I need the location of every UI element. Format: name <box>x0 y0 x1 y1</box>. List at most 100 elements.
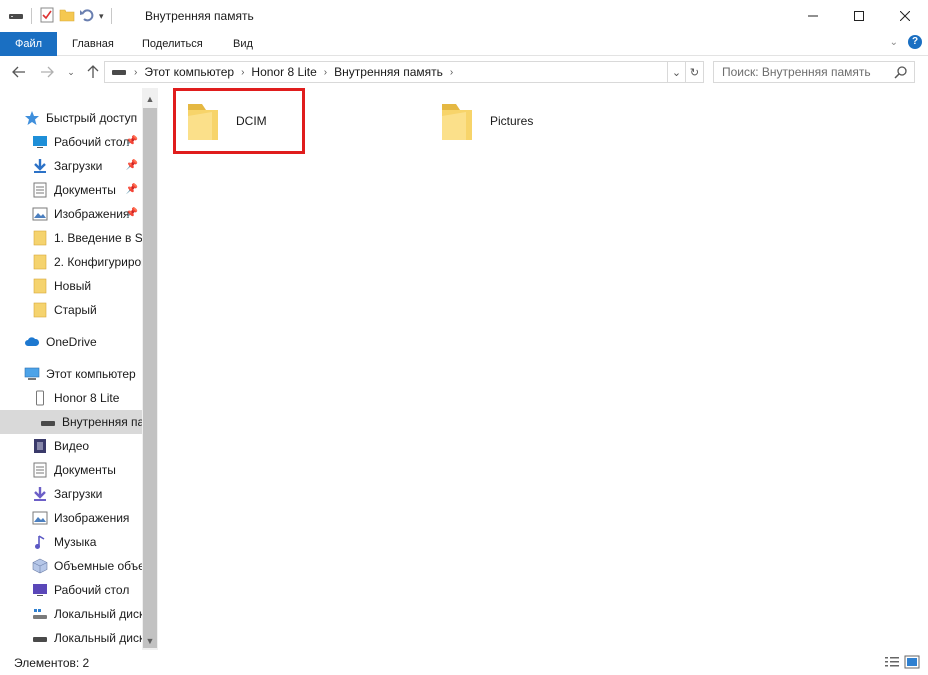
phone-icon <box>32 390 48 406</box>
highlight-box <box>173 88 305 154</box>
nav-item-folder[interactable]: Старый <box>0 298 142 322</box>
up-arrow-icon <box>87 65 99 78</box>
scroll-up-button[interactable]: ▲ <box>142 91 158 107</box>
nav-item-downloads[interactable]: Загрузки <box>0 482 142 506</box>
forward-button[interactable] <box>38 63 56 81</box>
nav-item-local-disk[interactable]: Локальный диск (C:) <box>0 602 142 626</box>
pin-icon[interactable]: 📌 <box>126 184 138 195</box>
address-bar[interactable]: › Этот компьютер › Honor 8 Lite › Внутре… <box>104 61 704 83</box>
pin-icon[interactable]: 📌 <box>126 208 138 219</box>
nav-item-label: Изображения <box>54 207 130 221</box>
help-icon[interactable]: ? <box>908 35 922 49</box>
nav-this-pc[interactable]: Этот компьютер <box>0 362 142 386</box>
scroll-down-button[interactable]: ▼ <box>142 633 158 649</box>
nav-item-desktop[interactable]: Рабочий стол <box>0 578 142 602</box>
nav-storage[interactable]: Внутренняя память <box>0 410 142 434</box>
nav-item-3d-objects[interactable]: Объемные объекты <box>0 554 142 578</box>
breadcrumb-storage[interactable]: Внутренняя память <box>334 65 443 79</box>
nav-item-folder[interactable]: Новый <box>0 274 142 298</box>
folder-name: Pictures <box>490 114 534 128</box>
drive-icon <box>8 9 24 24</box>
nav-item-label: Рабочий стол <box>54 583 130 597</box>
pin-icon[interactable]: 📌 <box>126 160 138 171</box>
forward-arrow-icon <box>41 66 54 78</box>
search-icon[interactable] <box>894 65 908 82</box>
cloud-icon <box>24 334 40 350</box>
nav-item-label: Изображения <box>54 511 130 525</box>
refresh-button[interactable]: ↻ <box>685 62 703 82</box>
new-folder-icon[interactable] <box>59 7 75 26</box>
navigation-pane[interactable]: Быстрый доступ Рабочий стол 📌 Загрузки 📌… <box>0 88 158 650</box>
nav-scrollbar-thumb[interactable] <box>143 108 157 648</box>
search-input[interactable]: Поиск: Внутренняя память <box>722 65 871 79</box>
desktop-icon <box>32 582 48 598</box>
nav-item-label: Внутренняя память <box>62 415 142 429</box>
back-arrow-icon <box>12 66 25 78</box>
drive-icon <box>111 65 127 80</box>
nav-item-documents[interactable]: Документы <box>0 458 142 482</box>
nav-item-pictures[interactable]: Изображения 📌 <box>0 202 142 226</box>
folder-icon <box>32 278 48 294</box>
nav-item-desktop[interactable]: Рабочий стол 📌 <box>0 130 142 154</box>
nav-device[interactable]: Honor 8 Lite <box>0 386 142 410</box>
breadcrumb-separator[interactable]: › <box>134 67 137 78</box>
view-buttons <box>884 655 920 672</box>
3d-objects-icon <box>32 558 48 574</box>
close-button[interactable] <box>882 0 928 32</box>
nav-item-label: Локальный диск (D:) <box>54 631 142 645</box>
nav-item-documents[interactable]: Документы 📌 <box>0 178 142 202</box>
undo-icon[interactable] <box>79 7 95 26</box>
nav-item-label: Документы <box>54 183 116 197</box>
large-icons-view-button[interactable] <box>904 655 920 672</box>
nav-item-folder[interactable]: 1. Введение в Spring <box>0 226 142 250</box>
address-bar-controls: ⌄ ↻ <box>667 62 703 82</box>
drive-icon <box>32 606 48 622</box>
expand-ribbon-icon[interactable]: ⌄ <box>890 37 898 48</box>
documents-icon <box>32 462 48 478</box>
window-title: Внутренняя память <box>145 9 254 23</box>
back-button[interactable] <box>10 63 28 81</box>
nav-item-label: Новый <box>54 279 92 293</box>
minimize-button[interactable] <box>790 0 836 32</box>
breadcrumb-this-pc[interactable]: Этот компьютер <box>144 65 234 79</box>
nav-item-label: Старый <box>54 303 97 317</box>
details-view-button[interactable] <box>884 655 900 672</box>
navigation-row: ⌄ › Этот компьютер › Honor 8 Lite › Внут… <box>0 57 928 87</box>
nav-quick-access[interactable]: Быстрый доступ <box>0 106 142 130</box>
nav-item-music[interactable]: Музыка <box>0 530 142 554</box>
nav-item-pictures[interactable]: Изображения <box>0 506 142 530</box>
breadcrumb-separator[interactable]: › <box>324 67 327 78</box>
tab-view[interactable]: Вид <box>221 32 265 56</box>
nav-item-downloads[interactable]: Загрузки 📌 <box>0 154 142 178</box>
pin-icon[interactable]: 📌 <box>126 136 138 147</box>
nav-item-folder[interactable]: 2. Конфигурирование <box>0 250 142 274</box>
address-history-button[interactable]: ⌄ <box>667 62 685 82</box>
up-button[interactable] <box>84 63 102 81</box>
breadcrumb-separator[interactable]: › <box>450 67 453 78</box>
breadcrumb-separator[interactable]: › <box>241 67 244 78</box>
customize-toolbar-icon[interactable]: ▾ <box>99 11 104 22</box>
search-box[interactable]: Поиск: Внутренняя память <box>713 61 915 83</box>
file-list[interactable]: DCIM Pictures <box>158 88 928 650</box>
tab-home[interactable]: Главная <box>60 32 126 56</box>
properties-icon[interactable] <box>39 7 55 26</box>
nav-onedrive[interactable]: OneDrive <box>0 330 142 354</box>
pictures-icon <box>32 510 48 526</box>
tab-file[interactable]: Файл <box>0 32 57 56</box>
chevron-down-icon: ▼ <box>145 636 155 646</box>
tab-share[interactable]: Поделиться <box>130 32 215 56</box>
nav-item-local-disk[interactable]: Локальный диск (D:) <box>0 626 142 650</box>
documents-icon <box>32 182 48 198</box>
nav-item-label: Загрузки <box>54 487 103 501</box>
maximize-button[interactable] <box>836 0 882 32</box>
folder-item-pictures[interactable]: Pictures <box>436 96 533 156</box>
nav-item-label: Видео <box>54 439 90 453</box>
status-bar: Элементов: 2 <box>0 650 928 675</box>
computer-icon <box>24 366 40 382</box>
nav-item-video[interactable]: Видео <box>0 434 142 458</box>
drive-icon <box>32 630 48 646</box>
breadcrumb-device[interactable]: Honor 8 Lite <box>251 65 316 79</box>
item-count: Элементов: 2 <box>14 656 90 670</box>
recent-locations-button[interactable]: ⌄ <box>62 63 80 81</box>
folder-icon <box>32 230 48 246</box>
